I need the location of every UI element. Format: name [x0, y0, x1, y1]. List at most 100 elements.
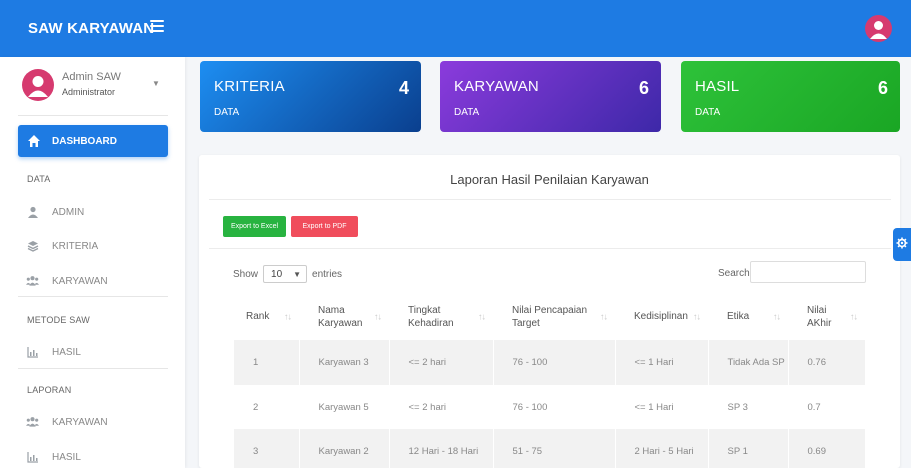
sidebar: Admin SAW Administrator ▼ DASHBOARD DATA… — [0, 57, 185, 468]
table-header-row: Rank ↑↓ Nama Karyawan ↑↓ Tingkat Kehadiran… — [234, 293, 865, 340]
sort-icon: ↑↓ — [284, 311, 292, 321]
sort-icon: ↑↓ — [374, 311, 382, 321]
column-header-rank[interactable]: Rank ↑↓ — [234, 293, 299, 340]
column-header-nilai-akhir[interactable]: Nilai AKhir ↑↓ — [788, 293, 865, 340]
cell-nilai-akhir: 0.69 — [787, 429, 865, 468]
search-label: Search: — [718, 268, 753, 279]
top-navbar: SAW KARYAWAN — [0, 0, 911, 57]
cell-etika: SP 1 — [707, 429, 788, 468]
cell-nama: Karyawan 3 — [298, 340, 389, 385]
sidebar-item-label: HASIL — [52, 451, 81, 463]
card-karyawan[interactable]: KARYAWAN DATA 6 — [440, 61, 661, 132]
table-row: 3 Karyawan 2 12 Hari - 18 Hari 51 - 75 2… — [234, 429, 865, 468]
cell-nama: Karyawan 2 — [298, 429, 389, 468]
card-count: 6 — [877, 78, 888, 98]
entries-select[interactable]: 10 ▼ — [263, 265, 308, 283]
user-role: Administrator — [62, 87, 116, 97]
card-count: 6 — [638, 78, 649, 98]
cell-nilai-akhir: 0.76 — [787, 340, 865, 385]
user-name: Admin SAW — [62, 71, 121, 83]
cell-nama: Karyawan 5 — [298, 385, 389, 429]
cell-etika: SP 3 — [707, 385, 788, 429]
cell-target: 51 - 75 — [492, 429, 615, 468]
report-title: Laporan Hasil Penilaian Karyawan — [450, 172, 649, 187]
cell-target: 76 - 100 — [492, 385, 615, 429]
card-subtitle: DATA — [695, 107, 721, 118]
column-header-kedisiplinan[interactable]: Kedisiplinan ↑↓ — [615, 293, 708, 340]
sidebar-item-label: KARYAWAN — [52, 275, 108, 287]
sidebar-item-kriteria[interactable]: KRITERIA — [26, 236, 171, 256]
card-title: KRITERIA — [214, 78, 285, 95]
cell-kehadiran: <= 2 hari — [388, 385, 493, 429]
results-table: Rank ↑↓ Nama Karyawan ↑↓ Tingkat Kehadiran… — [234, 293, 865, 468]
panel-divider — [209, 248, 891, 249]
layers-icon — [26, 240, 39, 253]
sidebar-header-data: DATA — [27, 174, 51, 184]
cell-kehadiran: 12 Hari - 18 Hari — [388, 429, 493, 468]
sidebar-item-laporan-hasil[interactable]: HASIL — [26, 447, 171, 467]
sort-icon: ↑↓ — [773, 311, 781, 321]
table-row: 2 Karyawan 5 <= 2 hari 76 - 100 <= 1 Har… — [234, 385, 865, 429]
entries-length-control: Show 10 ▼ entries — [233, 265, 342, 283]
sort-icon: ↑↓ — [478, 311, 486, 321]
navbar-avatar[interactable] — [865, 15, 892, 42]
sidebar-item-karyawan[interactable]: KARYAWAN — [26, 271, 171, 291]
sidebar-item-label: KRITERIA — [52, 240, 99, 252]
card-title: KARYAWAN — [454, 78, 539, 95]
column-header-kehadiran[interactable]: Tingkat Kehadiran ↑↓ — [389, 293, 493, 340]
user-avatar — [22, 69, 54, 101]
card-title: HASIL — [695, 78, 740, 95]
cell-kedisiplinan: <= 1 Hari — [614, 340, 708, 385]
brand-title[interactable]: SAW KARYAWAN — [0, 0, 175, 57]
sidebar-item-label: KARYAWAN — [52, 416, 108, 428]
user-icon — [26, 206, 39, 219]
card-subtitle: DATA — [214, 107, 240, 118]
sidebar-header-metode-saw: METODE SAW — [27, 315, 91, 325]
cell-kedisiplinan: 2 Hari - 5 Hari — [614, 429, 708, 468]
sidebar-item-laporan-karyawan[interactable]: KARYAWAN — [26, 412, 171, 432]
settings-toggle[interactable] — [893, 228, 911, 261]
export-excel-button[interactable]: Export to Excel — [223, 216, 286, 237]
cell-rank: 3 — [234, 429, 299, 468]
sidebar-item-hasil[interactable]: HASIL — [26, 342, 171, 362]
sidebar-divider — [18, 296, 168, 297]
sort-icon: ↑↓ — [693, 311, 701, 321]
sidebar-item-label: HASIL — [52, 346, 81, 358]
column-header-target[interactable]: Nilai Pencapaian Target ↑↓ — [493, 293, 615, 340]
cell-kehadiran: <= 2 hari — [388, 340, 493, 385]
sidebar-item-admin[interactable]: ADMIN — [26, 202, 171, 222]
cell-kedisiplinan: <= 1 Hari — [614, 385, 708, 429]
sort-icon: ↑↓ — [600, 311, 608, 321]
sort-icon: ↑↓ — [850, 311, 858, 321]
home-icon — [27, 134, 41, 148]
cell-nilai-akhir: 0.7 — [787, 385, 865, 429]
caret-down-icon[interactable]: ▼ — [152, 79, 160, 88]
sidebar-item-dashboard[interactable]: DASHBOARD — [18, 125, 168, 157]
search-input[interactable] — [750, 261, 866, 283]
entries-label: entries — [312, 268, 343, 280]
sidebar-header-laporan: LAPORAN — [27, 385, 72, 395]
gear-icon — [896, 236, 908, 254]
user-panel[interactable]: Admin SAW Administrator ▼ — [22, 69, 172, 115]
panel-divider — [209, 199, 891, 200]
column-header-etika[interactable]: Etika ↑↓ — [708, 293, 788, 340]
sidebar-divider — [18, 368, 168, 369]
bar-chart-icon — [26, 451, 39, 464]
bar-chart-icon — [26, 346, 39, 359]
sidebar-item-label: ADMIN — [52, 206, 85, 218]
users-icon — [26, 275, 39, 288]
sidebar-divider — [18, 115, 168, 116]
export-pdf-button[interactable]: Export to PDF — [291, 216, 358, 237]
show-label: Show — [233, 268, 259, 280]
card-kriteria[interactable]: KRITERIA DATA 4 — [200, 61, 421, 132]
column-header-nama[interactable]: Nama Karyawan ↑↓ — [299, 293, 389, 340]
card-subtitle: DATA — [454, 107, 480, 118]
users-icon — [26, 416, 39, 429]
card-hasil[interactable]: HASIL DATA 6 — [681, 61, 900, 132]
cell-rank: 1 — [234, 340, 299, 385]
table-row: 1 Karyawan 3 <= 2 hari 76 - 100 <= 1 Har… — [234, 340, 865, 385]
entries-value: 10 — [271, 268, 283, 280]
cell-target: 76 - 100 — [492, 340, 615, 385]
menu-toggle-icon[interactable] — [150, 20, 164, 32]
chevron-down-icon: ▼ — [293, 269, 302, 279]
